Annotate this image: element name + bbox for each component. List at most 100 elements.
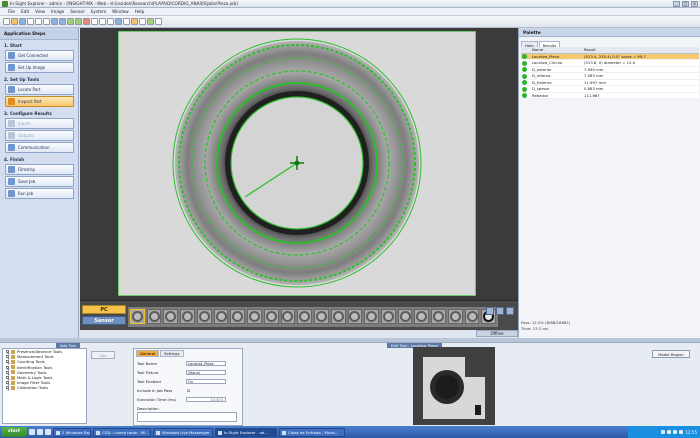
locate-part-button[interactable]: Locate Part <box>5 84 74 95</box>
tray-network-icon[interactable] <box>661 430 666 434</box>
quicklaunch-desktop-icon[interactable] <box>37 429 43 435</box>
taskbar-item[interactable]: 2 Windows Explorer <box>53 427 91 437</box>
section-configure-results: 3. Configure Results <box>4 111 52 116</box>
filmstrip-next-icon[interactable] <box>506 307 514 315</box>
outputs-button[interactable]: Outputs <box>5 130 74 141</box>
acquired-image[interactable] <box>117 30 477 297</box>
taskbar-item[interactable]: CDD - nueva tarde - Mi... <box>93 427 151 437</box>
taskbar-item-active[interactable]: In-Sight Explorer - ad... <box>215 427 277 437</box>
filmstrip-thumb[interactable] <box>196 309 212 324</box>
quicklaunch-media-icon[interactable] <box>45 429 51 435</box>
spreadsheet-icon[interactable] <box>115 18 122 25</box>
menu-system[interactable]: System <box>91 9 107 14</box>
tool-editor-panel: Add Tool + Presence/Absence Tools + Measur… <box>0 342 700 426</box>
tool-fixture-select[interactable]: (None) <box>186 370 226 375</box>
menu-sensor[interactable]: Sensor <box>70 9 84 14</box>
filmstrip-thumb[interactable] <box>397 309 413 324</box>
start-button[interactable]: start <box>1 427 27 437</box>
filmstrip-thumb[interactable] <box>464 309 480 324</box>
filmstrip-thumb[interactable] <box>364 309 380 324</box>
menu-view[interactable]: View <box>35 9 45 14</box>
filmstrip-thumb[interactable] <box>414 309 430 324</box>
live-video-icon[interactable] <box>75 18 82 25</box>
trigger-icon[interactable] <box>67 18 74 25</box>
tab-general[interactable]: General <box>136 350 159 357</box>
filmstrip-prev-icon[interactable] <box>486 307 494 315</box>
tray-security-icon[interactable] <box>679 430 684 434</box>
tray-messenger-icon[interactable] <box>673 430 678 434</box>
filmstrip-thumb[interactable] <box>180 309 195 324</box>
zoom-out-icon[interactable] <box>99 18 106 25</box>
filmstrip-thumb[interactable] <box>247 309 262 324</box>
table-row[interactable]: Rebarba 111.667 <box>521 92 699 99</box>
paste-icon[interactable] <box>43 18 50 25</box>
undo-icon[interactable] <box>51 18 58 25</box>
tree-item[interactable]: + Calibration Tools <box>3 385 86 392</box>
redo-icon[interactable] <box>59 18 66 25</box>
quicklaunch-ie-icon[interactable] <box>29 429 35 435</box>
communication-button[interactable]: Communication <box>5 142 74 153</box>
save-job-button[interactable]: Save Job <box>5 176 74 187</box>
taskbar-item[interactable]: Caixa de Entrada - Micro... <box>279 427 345 437</box>
zoom-in-icon[interactable] <box>91 18 98 25</box>
open-icon[interactable] <box>11 18 18 25</box>
filmstrip-thumb[interactable] <box>263 309 279 324</box>
filmstrip-thumb[interactable] <box>146 309 162 324</box>
cut-icon[interactable] <box>27 18 34 25</box>
prop-tool-name-label: Tool Name <box>137 361 157 366</box>
filmstrip-button[interactable]: Filmstrip <box>5 164 74 175</box>
include-in-job-pass-checkbox[interactable]: ☑ <box>187 388 190 393</box>
copy-icon[interactable] <box>35 18 42 25</box>
prop-tool-fixture-label: Tool Fixture <box>137 370 159 375</box>
minimize-button[interactable]: _ <box>673 1 680 7</box>
grid-icon[interactable] <box>123 18 130 25</box>
filmstrip-thumb[interactable] <box>163 309 179 324</box>
filmstrip-thumb[interactable] <box>347 309 363 324</box>
run-job-button[interactable]: Run Job <box>5 188 74 199</box>
model-region-button[interactable]: Model Region <box>652 350 690 358</box>
online-icon[interactable] <box>83 18 90 25</box>
filmstrip-thumb[interactable] <box>447 309 463 324</box>
model-preview-image <box>413 347 495 425</box>
set-up-image-button[interactable]: Set Up Image <box>5 62 74 73</box>
tray-volume-icon[interactable] <box>667 430 672 434</box>
tool-enabled-select[interactable]: On <box>186 379 226 384</box>
menu-window[interactable]: Window <box>112 9 129 14</box>
menu-help[interactable]: Help <box>135 9 145 14</box>
palette-panel: Palette Help Results Name Result Localiz… <box>518 28 700 338</box>
menu-edit[interactable]: Edit <box>21 9 29 14</box>
filmstrip-play-icon[interactable] <box>496 307 504 315</box>
maximize-button[interactable]: □ <box>682 1 689 7</box>
description-input[interactable] <box>137 412 237 422</box>
record-icon[interactable] <box>139 18 146 25</box>
taskbar-item[interactable]: Windows Live Messenger <box>153 427 213 437</box>
sensor-button[interactable]: Sensor <box>82 316 126 325</box>
save-icon[interactable] <box>19 18 26 25</box>
pc-button[interactable]: PC <box>82 305 126 314</box>
help-icon[interactable] <box>155 18 162 25</box>
filmstrip-thumb[interactable] <box>280 309 296 324</box>
inputs-button[interactable]: Inputs <box>5 118 74 129</box>
add-tool-button[interactable]: Add <box>91 351 115 359</box>
menu-file[interactable]: File <box>8 9 15 14</box>
title-bar: In-Sight Explorer - admin - [INSIGHT-MX … <box>0 0 700 8</box>
filmstrip-thumb[interactable] <box>297 309 313 324</box>
filmstrip-thumb[interactable] <box>230 309 246 324</box>
filmstrip-thumb[interactable] <box>381 309 396 324</box>
new-icon[interactable] <box>3 18 10 25</box>
close-button[interactable]: × <box>691 1 698 7</box>
filmstrip-thumb[interactable] <box>130 309 145 324</box>
tab-settings[interactable]: Settings <box>159 350 184 357</box>
get-connected-button[interactable]: Get Connected <box>5 50 74 61</box>
menu-image[interactable]: Image <box>51 9 64 14</box>
filmstrip-thumb[interactable] <box>213 309 229 324</box>
filmstrip-thumb[interactable] <box>330 309 346 324</box>
graphics-icon[interactable] <box>131 18 138 25</box>
tool-name-input[interactable]: Localiza_Pieza <box>186 361 226 366</box>
inspect-part-button[interactable]: Inspect Part <box>5 96 74 107</box>
palette-header: Palette <box>519 28 700 37</box>
zoom-fit-icon[interactable] <box>107 18 114 25</box>
filmstrip-thumb[interactable] <box>431 309 446 324</box>
run-icon[interactable] <box>147 18 154 25</box>
filmstrip-thumb[interactable] <box>314 309 329 324</box>
